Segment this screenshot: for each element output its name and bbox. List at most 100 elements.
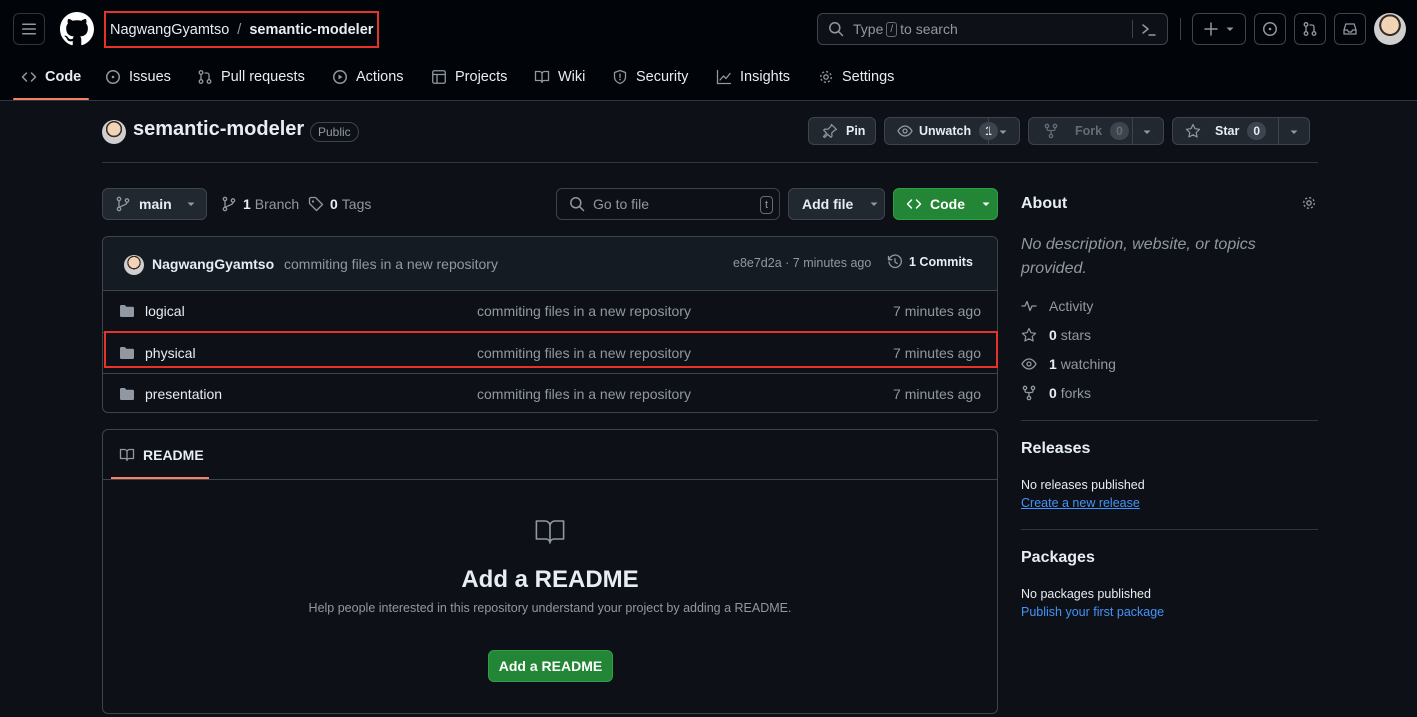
packages-empty-text: No packages published <box>1021 587 1151 601</box>
activity-label: Activity <box>1049 298 1094 314</box>
breadcrumb-separator: / <box>237 21 242 38</box>
commit-message[interactable]: commiting files in a new repository <box>284 256 498 272</box>
tags-link[interactable]: 0 Tags <box>308 188 371 220</box>
pull-requests-button[interactable] <box>1294 13 1326 45</box>
commits-link[interactable]: 1 Commits <box>887 254 973 270</box>
commit-author[interactable]: NagwangGyamtso <box>152 256 274 272</box>
forks-link[interactable]: 0 forks <box>1021 385 1091 401</box>
branches-link[interactable]: 1 Branch <box>221 188 299 220</box>
tab-code[interactable]: Code <box>21 61 81 93</box>
repo-nav: Code Issues Pull requests Actions Projec… <box>0 61 1417 101</box>
commits-count-label: 1 Commits <box>909 255 973 269</box>
releases-heading[interactable]: Releases <box>1021 440 1090 458</box>
tab-projects[interactable]: Projects <box>431 61 507 93</box>
eye-icon <box>1021 356 1037 372</box>
tab-insights-label: Insights <box>740 69 790 85</box>
readme-tab[interactable]: README <box>119 447 204 463</box>
file-commit-message[interactable]: commiting files in a new repository <box>477 303 691 319</box>
folder-icon <box>119 345 135 361</box>
add-file-button[interactable]: Add file <box>788 188 885 220</box>
play-icon <box>332 69 348 85</box>
file-commit-time: 7 minutes ago <box>893 345 981 361</box>
unwatch-button[interactable]: Unwatch 1 <box>884 117 1020 145</box>
watching-link[interactable]: 1 watching <box>1021 356 1116 372</box>
chevron-down-icon[interactable] <box>1289 127 1299 137</box>
tab-issues[interactable]: Issues <box>105 61 171 93</box>
create-release-link[interactable]: Create a new release <box>1021 496 1140 510</box>
pulse-icon <box>1021 298 1037 314</box>
code-dropdown-button[interactable]: Code <box>893 188 998 220</box>
fork-button[interactable]: Fork 0 <box>1028 117 1164 145</box>
tab-security[interactable]: Security <box>612 61 688 93</box>
commit-author-avatar[interactable] <box>124 255 144 275</box>
issue-icon <box>1262 21 1278 37</box>
branch-count: 1 <box>243 196 251 212</box>
add-readme-button[interactable]: Add a README <box>488 650 613 682</box>
active-tab-indicator <box>13 98 89 100</box>
github-logo-icon[interactable] <box>60 12 94 46</box>
menu-button[interactable] <box>13 13 45 45</box>
button-split <box>1278 118 1279 144</box>
publish-package-link[interactable]: Publish your first package <box>1021 605 1164 619</box>
tab-settings[interactable]: Settings <box>818 61 894 93</box>
inbox-button[interactable] <box>1334 13 1366 45</box>
eye-icon <box>897 123 913 139</box>
commit-hash-time[interactable]: e8e7d2a · 7 minutes ago <box>733 256 871 270</box>
branch-icon <box>221 196 237 212</box>
packages-heading[interactable]: Packages <box>1021 549 1095 567</box>
chevron-down-icon[interactable] <box>1142 127 1152 137</box>
gear-icon <box>818 69 834 85</box>
readme-panel: README Add a README Help people interest… <box>102 429 998 714</box>
file-name-link[interactable]: logical <box>145 303 185 319</box>
global-header: NagwangGyamtso / semantic-modeler Type /… <box>0 0 1417 101</box>
file-commit-message[interactable]: commiting files in a new repository <box>477 345 691 361</box>
file-name-link[interactable]: physical <box>145 345 196 361</box>
header-divider <box>1180 18 1181 40</box>
fork-icon <box>1043 123 1059 139</box>
create-new-button[interactable] <box>1192 13 1246 45</box>
button-split <box>988 118 989 144</box>
tab-wiki[interactable]: Wiki <box>534 61 585 93</box>
command-palette-icon[interactable] <box>1141 22 1157 38</box>
tab-actions[interactable]: Actions <box>332 61 404 93</box>
table-row[interactable]: logical commiting files in a new reposit… <box>103 291 997 332</box>
tab-insights[interactable]: Insights <box>716 61 790 93</box>
branch-selector[interactable]: main <box>102 188 207 220</box>
issues-button[interactable] <box>1254 13 1286 45</box>
search-input[interactable]: Type / to search <box>817 13 1168 45</box>
file-commit-message[interactable]: commiting files in a new repository <box>477 386 691 402</box>
star-button[interactable]: Star 0 <box>1172 117 1310 145</box>
tab-actions-label: Actions <box>356 69 404 85</box>
go-to-file-input[interactable]: Go to file t <box>556 188 780 220</box>
table-row[interactable]: presentation commiting files in a new re… <box>103 373 997 412</box>
table-icon <box>431 69 447 85</box>
unwatch-label: Unwatch <box>919 124 972 138</box>
star-count: 0 <box>1247 122 1267 140</box>
chevron-down-icon[interactable] <box>998 127 1008 137</box>
book-icon <box>534 516 566 548</box>
file-list: NagwangGyamtso commiting files in a new … <box>102 236 998 413</box>
repo-title[interactable]: semantic-modeler <box>133 118 304 141</box>
history-icon <box>887 254 903 270</box>
code-icon <box>906 196 922 212</box>
file-name-link[interactable]: presentation <box>145 386 222 402</box>
pin-button[interactable]: Pin <box>808 117 876 145</box>
tab-code-label: Code <box>45 69 82 85</box>
tab-pull-requests[interactable]: Pull requests <box>197 61 305 93</box>
gear-icon[interactable] <box>1301 195 1317 211</box>
user-avatar[interactable] <box>1374 13 1406 45</box>
folder-icon <box>119 386 135 402</box>
tab-wiki-label: Wiki <box>558 69 586 85</box>
file-commit-time: 7 minutes ago <box>893 386 981 402</box>
activity-link[interactable]: Activity <box>1021 298 1093 314</box>
about-description: No description, website, or topics provi… <box>1021 236 1256 277</box>
breadcrumb-repo-link[interactable]: semantic-modeler <box>249 22 373 38</box>
branch-name: main <box>139 196 172 212</box>
repo-owner-avatar[interactable] <box>102 120 126 144</box>
table-row[interactable]: physical commiting files in a new reposi… <box>103 332 997 373</box>
forks-count: 0 <box>1049 385 1057 401</box>
readme-empty-subtitle: Help people interested in this repositor… <box>308 601 792 615</box>
about-heading: About <box>1021 195 1068 212</box>
stars-link[interactable]: 0 stars <box>1021 327 1091 343</box>
breadcrumb-owner-link[interactable]: NagwangGyamtso <box>110 22 229 38</box>
